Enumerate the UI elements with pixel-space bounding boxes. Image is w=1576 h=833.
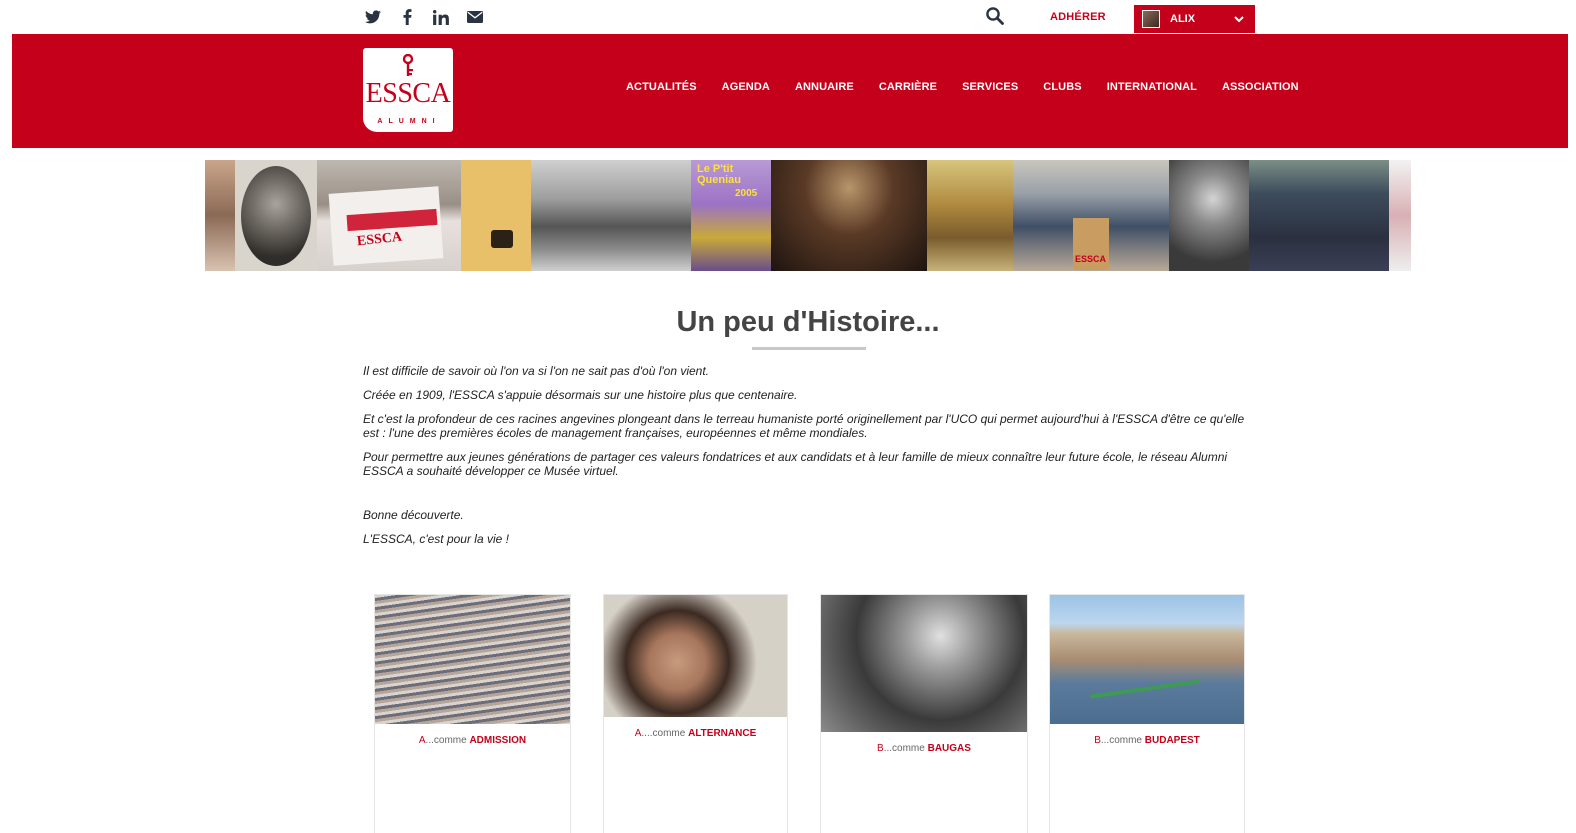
twitter-icon[interactable] <box>364 8 382 26</box>
card-baugas[interactable]: B...comme BAUGAS <box>820 594 1028 833</box>
card-caption: A....comme ALTERNANCE <box>634 728 757 739</box>
card-image-baugas-portrait <box>821 595 1027 732</box>
adherer-link[interactable]: ADHÉRER <box>1050 11 1106 23</box>
linkedin-icon[interactable] <box>432 8 450 26</box>
card-admission[interactable]: A...comme ADMISSION <box>374 594 571 833</box>
facebook-icon[interactable] <box>398 8 416 26</box>
banner-podium-label: ESSCA <box>1075 254 1107 264</box>
nav-international[interactable]: INTERNATIONAL <box>1107 81 1197 93</box>
logo-brand: ESSCA <box>365 78 451 109</box>
banner-photo-mercuriale-poster <box>927 160 1013 271</box>
chevron-down-icon <box>1234 16 1244 23</box>
banner-photo-crowd-large <box>1249 160 1389 271</box>
intro-paragraph: Bonne découverte. <box>363 508 464 522</box>
main-nav: ACTUALITÉS AGENDA ANNUAIRE CARRIÈRE SERV… <box>626 81 1324 93</box>
avatar <box>1142 10 1160 28</box>
nav-association[interactable]: ASSOCIATION <box>1222 81 1299 93</box>
intro-paragraph: Créée en 1909, l'ESSCA s'appuie désormai… <box>363 388 798 402</box>
logo-sub: ALUMNI <box>377 118 441 125</box>
intro-paragraph: Pour permettre aux jeunes générations de… <box>363 450 1228 478</box>
banner-photo-group-bw <box>531 160 691 271</box>
nav-services[interactable]: SERVICES <box>962 81 1018 93</box>
nav-carriere[interactable]: CARRIÈRE <box>879 81 937 93</box>
banner-photo-podium-group: ESSCA <box>1013 160 1169 271</box>
banner-photo-auditorium <box>771 160 927 271</box>
nav-actualites[interactable]: ACTUALITÉS <box>626 81 697 93</box>
intro-paragraph: Il est difficile de savoir où l'on va si… <box>363 364 710 378</box>
banner-photo-red-edge <box>1389 160 1411 271</box>
banner-photo-portrait-oval <box>235 160 317 271</box>
card-alternance[interactable]: A....comme ALTERNANCE <box>603 594 788 833</box>
intro-paragraph: Et c'est la profondeur de ces racines an… <box>363 412 1245 440</box>
card-image-man-portrait <box>604 595 787 717</box>
history-photo-banner: ESSCA Le P'tit Queniau 2005 ESSCA <box>205 160 1411 271</box>
nav-agenda[interactable]: AGENDA <box>722 81 770 93</box>
essca-alumni-logo[interactable]: ESSCA ALUMNI <box>363 48 453 132</box>
nav-clubs[interactable]: CLUBS <box>1043 81 1081 93</box>
banner-photo-crowd-edge <box>205 160 235 271</box>
intro-paragraph: L'ESSCA, c'est pour la vie ! <box>363 532 509 546</box>
card-image-budapest-view <box>1050 595 1244 724</box>
intro-text: Il est difficile de savoir où l'on va si… <box>363 364 1255 556</box>
nav-annuaire[interactable]: ANNUAIRE <box>795 81 854 93</box>
page-title: Un peu d'Histoire... <box>676 306 940 338</box>
social-links <box>364 7 484 27</box>
user-menu-dropdown[interactable]: ALIX <box>1134 5 1255 33</box>
card-caption: B...comme BAUGAS <box>877 743 971 754</box>
banner-photo-yellow-booklet <box>461 160 531 271</box>
key-icon <box>402 54 414 76</box>
banner-queniau-title: Le P'tit Queniau <box>697 163 742 186</box>
mail-icon[interactable] <box>466 8 484 26</box>
card-budapest[interactable]: B...comme BUDAPEST <box>1049 594 1245 833</box>
banner-photo-students-flag: ESSCA <box>317 160 461 271</box>
banner-queniau-year: 2005 <box>735 188 758 199</box>
user-name: ALIX <box>1170 13 1196 25</box>
card-caption: B...comme BUDAPEST <box>1094 735 1200 746</box>
card-caption: A...comme ADMISSION <box>418 735 527 746</box>
banner-photo-magistrate-bw <box>1169 160 1249 271</box>
title-divider <box>752 347 866 350</box>
banner-photo-queniau-cover: Le P'tit Queniau 2005 <box>691 160 771 271</box>
search-icon[interactable] <box>985 6 1005 26</box>
card-image-exam-hall <box>375 595 570 724</box>
